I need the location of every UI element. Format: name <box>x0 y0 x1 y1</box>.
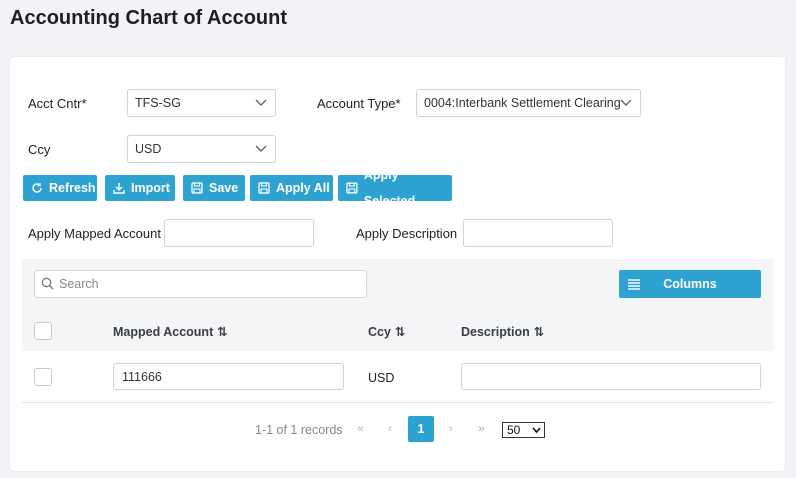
ccy-cell: USD <box>368 371 395 385</box>
prev-page-button[interactable]: ‹ <box>388 421 392 435</box>
list-icon <box>628 279 640 290</box>
header-description[interactable]: Description ⇅ <box>461 324 545 340</box>
grid-header-area: Search Columns Mapped Account ⇅ Ccy ⇅ De… <box>22 259 773 351</box>
apply-description-label: Apply Description <box>356 226 458 241</box>
save-icon <box>258 182 270 194</box>
import-label: Import <box>131 181 170 195</box>
save-icon <box>191 182 203 194</box>
page-title: Accounting Chart of Account <box>10 7 288 29</box>
chevron-down-icon <box>255 99 267 106</box>
first-page-button[interactable]: « <box>357 421 364 435</box>
search-placeholder: Search <box>59 277 99 291</box>
records-summary: 1-1 of 1 records <box>255 423 343 437</box>
columns-button[interactable]: Columns <box>619 270 761 298</box>
acct-cntr-select[interactable]: TFS-SG <box>127 89 276 117</box>
header-mapped-account-label: Mapped Account <box>113 324 214 339</box>
main-card: Acct Cntr* TFS-SG Account Type* 0004:Int… <box>10 57 785 471</box>
chevron-down-icon <box>620 99 632 106</box>
apply-all-button[interactable]: Apply All <box>250 175 333 201</box>
save-label: Save <box>209 181 239 195</box>
sort-icon: ⇅ <box>394 325 406 339</box>
sort-icon: ⇅ <box>533 325 545 339</box>
save-button[interactable]: Save <box>183 175 245 201</box>
next-page-button[interactable]: › <box>449 421 453 435</box>
account-type-label: Account Type* <box>317 96 401 111</box>
refresh-label: Refresh <box>49 181 96 195</box>
apply-mapped-account-input[interactable] <box>164 219 314 247</box>
header-ccy-label: Ccy <box>368 324 391 339</box>
apply-selected-button[interactable]: Apply Selected <box>338 168 452 208</box>
last-page-button[interactable]: » <box>478 421 485 435</box>
apply-description-input[interactable] <box>463 219 613 247</box>
chevron-down-icon <box>255 145 267 152</box>
columns-label: Columns <box>663 277 717 291</box>
save-icon <box>346 182 358 194</box>
apply-mapped-account-label: Apply Mapped Account <box>28 226 161 241</box>
header-ccy[interactable]: Ccy ⇅ <box>368 324 406 340</box>
table-row: 111666 USD <box>22 351 773 403</box>
refresh-icon <box>32 183 42 193</box>
import-button[interactable]: Import <box>105 175 175 201</box>
acct-cntr-label: Acct Cntr* <box>28 96 87 111</box>
download-icon <box>113 183 125 194</box>
apply-all-label: Apply All <box>276 181 330 195</box>
account-type-value: 0004:Interbank Settlement Clearing <box>424 96 621 110</box>
ccy-value: USD <box>135 142 162 156</box>
page-size-value: 50 <box>507 423 521 437</box>
chevron-down-icon <box>532 427 541 434</box>
apply-selected-label: Apply Selected <box>363 168 416 208</box>
page-number-button[interactable]: 1 <box>408 416 434 442</box>
search-icon <box>41 277 54 290</box>
description-input[interactable] <box>461 363 761 390</box>
account-type-select[interactable]: 0004:Interbank Settlement Clearing <box>416 89 641 117</box>
row-checkbox[interactable] <box>34 368 52 386</box>
search-input[interactable]: Search <box>34 270 367 298</box>
sort-icon: ⇅ <box>217 325 228 339</box>
header-description-label: Description <box>461 324 530 339</box>
page-size-select[interactable]: 50 <box>502 422 545 438</box>
acct-cntr-value: TFS-SG <box>135 96 181 110</box>
refresh-button[interactable]: Refresh <box>23 175 97 201</box>
ccy-label: Ccy <box>28 142 51 157</box>
header-mapped-account[interactable]: Mapped Account ⇅ <box>113 324 228 340</box>
mapped-account-input[interactable]: 111666 <box>113 363 344 390</box>
select-all-checkbox[interactable] <box>34 322 52 340</box>
ccy-select[interactable]: USD <box>127 135 276 163</box>
